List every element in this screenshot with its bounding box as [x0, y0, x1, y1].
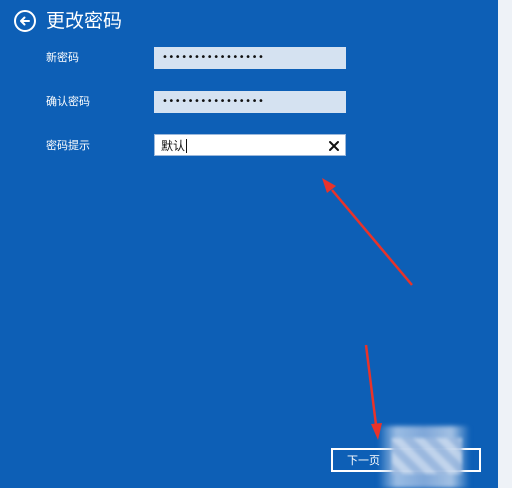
annotation-arrows	[322, 178, 413, 440]
annotation-arrowhead-to-next	[371, 423, 382, 440]
annotation-arrow-to-next	[364, 344, 378, 426]
annotation-arrow-to-hint	[331, 189, 413, 286]
